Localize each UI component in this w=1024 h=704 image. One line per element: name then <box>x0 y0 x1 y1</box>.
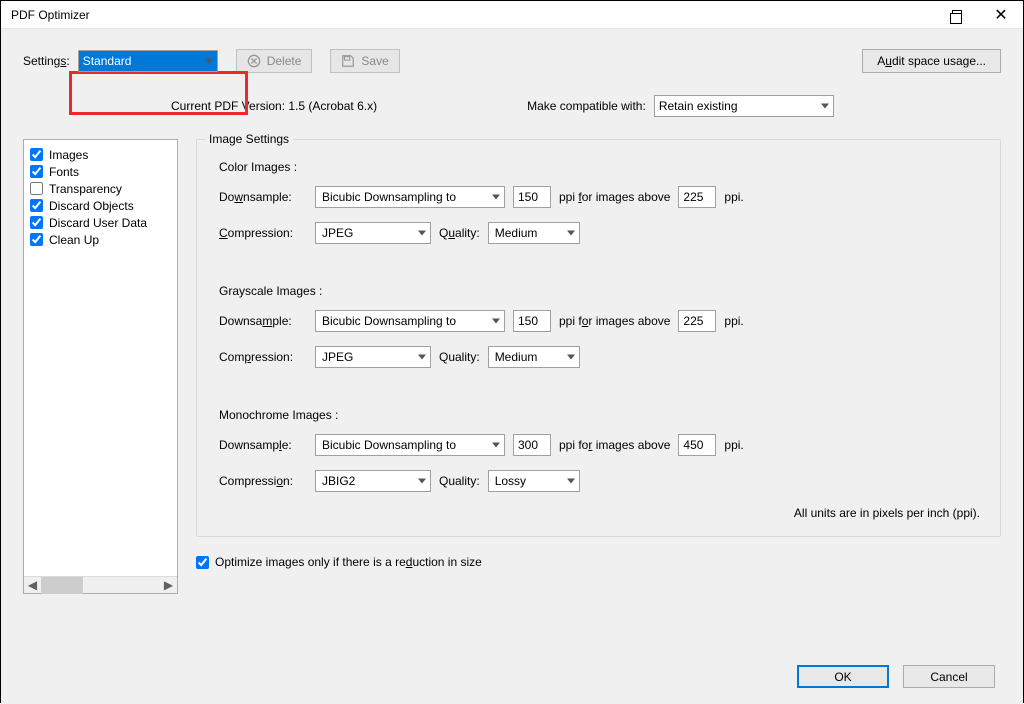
image-settings-legend: Image Settings <box>205 132 293 146</box>
units-note: All units are in pixels per inch (ppi). <box>213 506 984 520</box>
settings-select[interactable]: Standard <box>78 50 218 72</box>
category-checkbox[interactable] <box>30 216 43 229</box>
color-images-title: Color Images : <box>219 160 984 174</box>
downsample-label: Downsample: <box>219 314 307 328</box>
ppi-label: ppi. <box>724 190 743 204</box>
for-images-above-label: ppi for images above <box>559 314 670 328</box>
grayscale-downsample-method-select[interactable]: Bicubic Downsampling to <box>315 310 505 332</box>
ppi-label: ppi. <box>724 314 743 328</box>
quality-label: Quality: <box>439 474 480 488</box>
category-checkbox[interactable] <box>30 148 43 161</box>
category-checkbox[interactable] <box>30 233 43 246</box>
compatibility-select[interactable]: Retain existing <box>654 95 834 117</box>
scroll-left-icon[interactable]: ◀ <box>24 577 41 594</box>
downsample-label: Downsample: <box>219 190 307 204</box>
ppi-label: ppi. <box>724 438 743 452</box>
color-threshold-input[interactable]: 225 <box>678 186 716 208</box>
scroll-right-icon[interactable]: ▶ <box>160 577 177 594</box>
category-checkbox[interactable] <box>30 165 43 178</box>
category-item-discard-objects[interactable]: Discard Objects <box>28 197 173 214</box>
grayscale-downsample-to-input[interactable]: 150 <box>513 310 551 332</box>
compatibility-value: Retain existing <box>659 99 738 113</box>
compression-label: Compression: <box>219 226 307 240</box>
category-item-transparency[interactable]: Transparency <box>28 180 173 197</box>
current-pdf-version: Current PDF Version: 1.5 (Acrobat 6.x) <box>171 99 377 113</box>
scrollbar-thumb[interactable] <box>41 577 83 594</box>
grayscale-threshold-input[interactable]: 225 <box>678 310 716 332</box>
audit-space-button[interactable]: Audit space usage... <box>862 49 1001 73</box>
category-scrollbar[interactable]: ◀ ▶ <box>24 576 177 593</box>
mono-downsample-to-input[interactable]: 300 <box>513 434 551 456</box>
restore-window-button[interactable] <box>935 1 979 29</box>
quality-label: Quality: <box>439 226 480 240</box>
ok-button[interactable]: OK <box>797 665 889 688</box>
chevron-down-icon <box>567 231 575 236</box>
chevron-down-icon <box>418 355 426 360</box>
cancel-button[interactable]: Cancel <box>903 665 995 688</box>
category-list: Images Fonts Transparency Discard Object… <box>23 139 178 594</box>
compression-label: Compression: <box>219 474 307 488</box>
downsample-label: Downsample: <box>219 438 307 452</box>
category-item-images[interactable]: Images <box>28 146 173 163</box>
titlebar: PDF Optimizer ✕ <box>1 1 1023 29</box>
save-label: Save <box>361 54 388 68</box>
category-checkbox[interactable] <box>30 199 43 212</box>
mono-quality-select[interactable]: Lossy <box>488 470 580 492</box>
chevron-down-icon <box>418 479 426 484</box>
mono-images-title: Monochrome Images : <box>219 408 984 422</box>
optimize-reduction-label: Optimize images only if there is a reduc… <box>215 555 482 569</box>
optimize-reduction-checkbox[interactable] <box>196 556 209 569</box>
chevron-down-icon <box>492 443 500 448</box>
grayscale-images-title: Grayscale Images : <box>219 284 984 298</box>
chevron-down-icon <box>205 59 213 64</box>
delete-icon <box>247 54 261 68</box>
for-images-above-label: ppi for images above <box>559 438 670 452</box>
chevron-down-icon <box>418 231 426 236</box>
category-item-discard-user-data[interactable]: Discard User Data <box>28 214 173 231</box>
mono-compression-select[interactable]: JBIG2 <box>315 470 431 492</box>
settings-select-value: Standard <box>83 54 132 68</box>
delete-button[interactable]: Delete <box>236 49 313 73</box>
settings-label: Settings: <box>23 54 70 68</box>
color-downsample-method-select[interactable]: Bicubic Downsampling to <box>315 186 505 208</box>
chevron-down-icon <box>492 195 500 200</box>
mono-threshold-input[interactable]: 450 <box>678 434 716 456</box>
save-button[interactable]: Save <box>330 49 399 73</box>
grayscale-quality-select[interactable]: Medium <box>488 346 580 368</box>
compression-label: Compression: <box>219 350 307 364</box>
image-settings-fieldset: Image Settings Color Images : Downsample… <box>196 139 1001 537</box>
chevron-down-icon <box>492 319 500 324</box>
color-compression-select[interactable]: JPEG <box>315 222 431 244</box>
color-quality-select[interactable]: Medium <box>488 222 580 244</box>
category-item-cleanup[interactable]: Clean Up <box>28 231 173 248</box>
chevron-down-icon <box>821 104 829 109</box>
delete-label: Delete <box>267 54 302 68</box>
close-window-button[interactable]: ✕ <box>979 1 1023 29</box>
category-item-fonts[interactable]: Fonts <box>28 163 173 180</box>
chevron-down-icon <box>567 479 575 484</box>
save-icon <box>341 54 355 68</box>
category-checkbox[interactable] <box>30 182 43 195</box>
for-images-above-label: ppi for images above <box>559 190 670 204</box>
window-title: PDF Optimizer <box>11 8 935 22</box>
compatibility-label: Make compatible with: <box>527 99 646 113</box>
quality-label: Quality: <box>439 350 480 364</box>
color-downsample-to-input[interactable]: 150 <box>513 186 551 208</box>
chevron-down-icon <box>567 355 575 360</box>
grayscale-compression-select[interactable]: JPEG <box>315 346 431 368</box>
mono-downsample-method-select[interactable]: Bicubic Downsampling to <box>315 434 505 456</box>
